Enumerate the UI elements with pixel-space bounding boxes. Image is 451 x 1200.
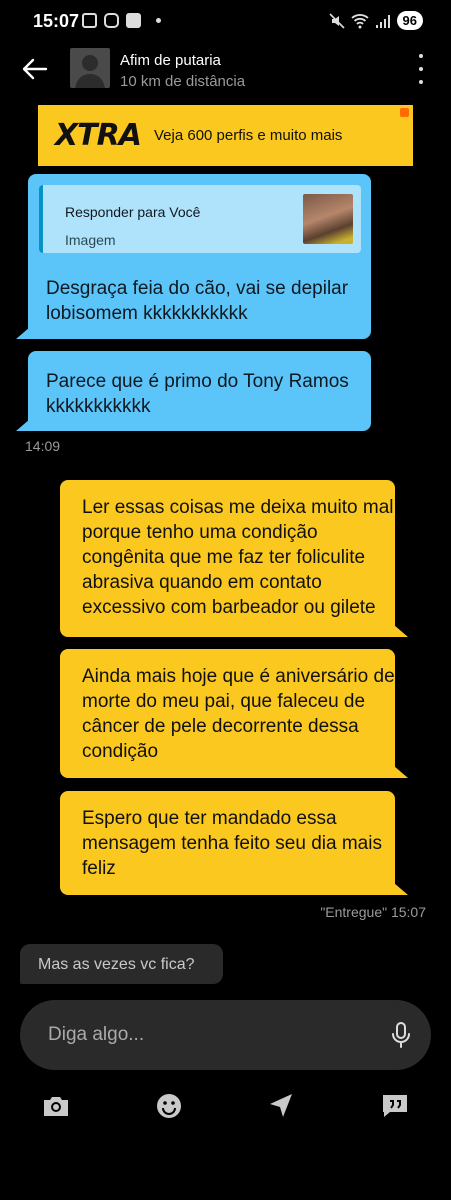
emoji-icon[interactable] bbox=[154, 1091, 184, 1121]
outgoing-message[interactable]: Espero que ter mandado essa mensagem ten… bbox=[60, 791, 395, 895]
outgoing-message[interactable]: Ler essas coisas me deixa muito mal porq… bbox=[60, 480, 395, 637]
bubble-tail bbox=[16, 419, 30, 431]
incoming-message[interactable]: Parece que é primo do Tony Ramos kkkkkkk… bbox=[28, 351, 371, 431]
location-icon[interactable] bbox=[266, 1091, 296, 1121]
bubble-tail bbox=[394, 766, 408, 778]
shop-icon bbox=[126, 13, 141, 28]
reply-quote[interactable]: Responder para Você Imagem bbox=[39, 185, 361, 253]
message-text: Mas as vezes vc fica? bbox=[38, 956, 195, 973]
signal-icon bbox=[375, 14, 390, 28]
contact-distance: 10 km de distância bbox=[120, 73, 246, 90]
contact-name[interactable]: Afim de putaria bbox=[120, 52, 221, 69]
message-text: Espero que ter mandado essa mensagem ten… bbox=[82, 808, 382, 879]
delivery-status: "Entregue" 15:07 bbox=[320, 904, 426, 920]
avatar[interactable] bbox=[70, 48, 110, 88]
screenshot-icon bbox=[82, 13, 97, 28]
status-time: 15:07 bbox=[33, 11, 80, 31]
message-text: Ler essas coisas me deixa muito mal porq… bbox=[82, 497, 394, 618]
instagram-icon bbox=[104, 13, 119, 28]
reply-type: Imagem bbox=[65, 232, 116, 248]
reply-image-thumbnail[interactable] bbox=[303, 194, 353, 244]
xtra-upsell-banner[interactable]: XTRA Veja 600 perfis e muito mais bbox=[38, 105, 413, 166]
wifi-icon bbox=[350, 13, 369, 28]
mute-icon bbox=[328, 12, 345, 29]
microphone-icon[interactable] bbox=[391, 1021, 411, 1049]
reply-label: Responder para Você bbox=[65, 204, 201, 220]
outgoing-message[interactable]: Ainda mais hoje que é aniversário de mor… bbox=[60, 649, 395, 778]
avatar-silhouette-icon bbox=[75, 55, 105, 88]
message-timestamp: 14:09 bbox=[25, 438, 61, 454]
bubble-tail bbox=[394, 625, 408, 637]
bubble-tail bbox=[16, 327, 30, 339]
message-text: Ainda mais hoje que é aniversário de mor… bbox=[82, 666, 395, 762]
battery-level: 96 bbox=[402, 13, 417, 28]
message-text: Desgraça feia do cão, vai se depilar lob… bbox=[46, 278, 349, 324]
notification-icons bbox=[82, 13, 161, 28]
banner-text: Veja 600 perfis e muito mais bbox=[154, 127, 343, 144]
bubble-tail bbox=[394, 883, 408, 895]
incoming-message[interactable]: Responder para Você Imagem Desgraça feia… bbox=[28, 174, 371, 339]
more-options-icon[interactable] bbox=[413, 54, 429, 84]
status-bar: 15:07 96 bbox=[0, 0, 451, 42]
camera-icon[interactable] bbox=[41, 1091, 71, 1121]
message-text: Parece que é primo do Tony Ramos kkkkkkk… bbox=[46, 371, 349, 417]
message-composer bbox=[20, 1000, 431, 1070]
message-input[interactable] bbox=[48, 1018, 368, 1052]
ad-choices-icon[interactable] bbox=[400, 108, 409, 117]
quick-replies-icon[interactable] bbox=[380, 1091, 410, 1121]
battery-indicator: 96 bbox=[396, 11, 423, 30]
chat-toolbar bbox=[0, 1085, 451, 1125]
chat-header: Afim de putaria 10 km de distância bbox=[0, 42, 451, 100]
more-notifications-icon bbox=[156, 18, 161, 23]
incoming-message[interactable]: Mas as vezes vc fica? bbox=[20, 944, 223, 984]
system-icons: 96 bbox=[328, 11, 423, 30]
xtra-logo: XTRA bbox=[55, 118, 142, 153]
back-arrow-icon[interactable] bbox=[20, 54, 50, 84]
